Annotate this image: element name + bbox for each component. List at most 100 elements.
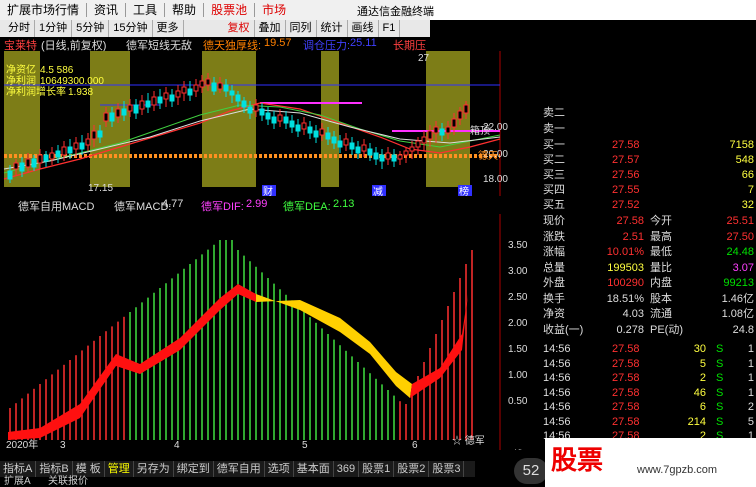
candle-body bbox=[391, 154, 397, 162]
bottom-tab[interactable]: 369 bbox=[334, 461, 360, 477]
kline-chart[interactable]: 27 22.00 20.00 18.00 净资亿 4.5 586 净利润 106… bbox=[0, 51, 508, 196]
stat-value-2: 99213 bbox=[723, 277, 754, 289]
tool-draw-line[interactable]: 画线 bbox=[348, 20, 379, 37]
bottom-tab[interactable]: 股票2 bbox=[394, 461, 430, 477]
reduce-mark: 减 bbox=[373, 186, 383, 196]
bid-row[interactable]: 买一 27.58 7158 bbox=[540, 137, 756, 153]
candle-body bbox=[343, 138, 349, 146]
candle-body bbox=[109, 112, 115, 122]
candle-body bbox=[181, 86, 187, 94]
bottom-tab[interactable]: 模 板 bbox=[73, 461, 105, 477]
candle-body bbox=[445, 126, 451, 134]
stat-value: 0.278 bbox=[616, 323, 644, 336]
candle-body bbox=[361, 144, 367, 152]
period-more[interactable]: 更多 bbox=[153, 20, 184, 37]
candle-body bbox=[319, 128, 325, 136]
candle-body bbox=[169, 94, 175, 102]
macd-name[interactable]: 德军自用MACD bbox=[18, 198, 94, 214]
candle-body bbox=[259, 108, 265, 116]
stat-row: 换手 18.51% 股本 1.46亿 bbox=[540, 291, 756, 307]
period-1min[interactable]: 1分钟 bbox=[35, 20, 73, 37]
bottom-tab[interactable]: 股票3 bbox=[429, 461, 465, 477]
tab-extend-a[interactable]: 扩展A bbox=[4, 477, 31, 487]
tab-related-quote[interactable]: 关联报价 bbox=[48, 477, 88, 487]
bid-row[interactable]: 买五 27.52 32 bbox=[540, 197, 756, 213]
bottom-tab[interactable]: 另存为 bbox=[134, 461, 174, 477]
badge-count: 52 bbox=[522, 462, 540, 479]
tool-overlay[interactable]: 叠加 bbox=[255, 20, 286, 37]
watermark-url: www.7gpzb.com bbox=[637, 464, 718, 476]
stat-value-2: 1.46亿 bbox=[721, 292, 754, 305]
macd-chart[interactable]: 3.50 3.00 2.50 2.00 1.50 1.00 0.50 2020年… bbox=[0, 214, 540, 450]
menu-help[interactable]: 帮助 bbox=[165, 0, 203, 20]
bottom-tab[interactable]: 绑定到 bbox=[174, 461, 214, 477]
stat-row: 收益(一) 0.278 PE(动) 24.8 bbox=[540, 322, 756, 338]
bid-label: 买三 bbox=[543, 169, 565, 181]
candle-body bbox=[433, 126, 439, 134]
overlay-profit-value: 10649300.000 bbox=[40, 76, 104, 87]
menu-stock-pool[interactable]: 股票池 bbox=[204, 0, 254, 20]
stat-row: 总量 199503 量比 3.07 bbox=[540, 260, 756, 276]
bid-volume: 32 bbox=[741, 199, 754, 211]
menu-market[interactable]: 市场 bbox=[255, 0, 293, 20]
quote-panel: 卖二 卖一 买一 27.58 7158 买二 27.57 548 买三 27.56 … bbox=[540, 51, 756, 450]
candle-body bbox=[73, 142, 79, 150]
tool-statistics[interactable]: 统计 bbox=[317, 20, 348, 37]
candle-body bbox=[199, 80, 205, 88]
stat-value: 27.58 bbox=[616, 215, 644, 227]
overlay-growth-label: 净利润增长率 bbox=[6, 85, 66, 98]
candle-body bbox=[385, 152, 391, 160]
bottom-tab[interactable]: 选项 bbox=[265, 461, 294, 477]
bottom-tab[interactable]: 股票1 bbox=[359, 461, 395, 477]
price-label-18: 18.00 bbox=[483, 174, 508, 185]
bottom-tab[interactable]: 指标B bbox=[36, 461, 73, 477]
stat-value: 100290 bbox=[607, 277, 644, 289]
ask-row: 卖一 bbox=[540, 121, 756, 137]
stat-label-2: PE(动) bbox=[650, 323, 683, 336]
bottom-tab[interactable]: 基本面 bbox=[294, 461, 334, 477]
candle-body bbox=[37, 154, 43, 164]
bottom-tab[interactable]: 管理 bbox=[105, 461, 134, 477]
bid-price: 27.56 bbox=[612, 169, 640, 181]
bottom-tab[interactable]: 德军自用 bbox=[214, 461, 265, 477]
stat-label-2: 流通 bbox=[650, 308, 672, 320]
candle-body bbox=[325, 132, 331, 140]
sky-mark: 德天 bbox=[478, 149, 498, 162]
stat-value-2: 24.8 bbox=[732, 323, 754, 336]
indicator-2-value: 19.57 bbox=[264, 37, 292, 49]
macd-axis-100: 1.00 bbox=[508, 370, 528, 381]
candle-body bbox=[367, 148, 373, 156]
stat-value: 199503 bbox=[607, 261, 644, 274]
stat-value-2: 25.51 bbox=[726, 215, 754, 227]
notification-badge[interactable]: 52 bbox=[514, 458, 548, 484]
bid-row[interactable]: 买四 27.55 7 bbox=[540, 182, 756, 198]
bid-row[interactable]: 买二 27.57 548 bbox=[540, 152, 756, 168]
stat-label: 涨幅 bbox=[543, 246, 565, 258]
period-timeshare[interactable]: 分时 bbox=[0, 20, 35, 37]
candle-body bbox=[151, 96, 157, 106]
candle-body bbox=[235, 94, 241, 102]
bid-price: 27.58 bbox=[612, 139, 640, 151]
bid-row[interactable]: 买三 27.56 66 bbox=[540, 167, 756, 183]
highlight-zone bbox=[426, 51, 470, 187]
candle-body bbox=[451, 118, 457, 128]
candle-body bbox=[457, 110, 463, 120]
stat-label: 总量 bbox=[543, 261, 565, 274]
tool-f1[interactable]: F1 bbox=[379, 20, 401, 37]
candle-body bbox=[403, 150, 409, 156]
tool-restore-rights[interactable]: 复权 bbox=[224, 20, 255, 37]
candle-body bbox=[127, 104, 133, 112]
period-5min[interactable]: 5分钟 bbox=[72, 20, 110, 37]
menu-news[interactable]: 资讯 bbox=[87, 0, 125, 20]
menu-tools[interactable]: 工具 bbox=[126, 0, 164, 20]
menu-extended-market[interactable]: 扩展市场行情 bbox=[0, 0, 86, 20]
period-15min[interactable]: 15分钟 bbox=[109, 20, 153, 37]
tool-same-column[interactable]: 同列 bbox=[286, 20, 317, 37]
candle-body bbox=[349, 142, 355, 150]
bottom-tab[interactable]: 指标A bbox=[0, 461, 37, 477]
stat-label: 涨跌 bbox=[543, 230, 565, 243]
stat-row: 现价 27.58 今开 25.51 bbox=[540, 213, 756, 229]
dif-value: 2.99 bbox=[246, 198, 268, 210]
candle-body bbox=[427, 130, 433, 140]
candle-body bbox=[25, 158, 31, 168]
